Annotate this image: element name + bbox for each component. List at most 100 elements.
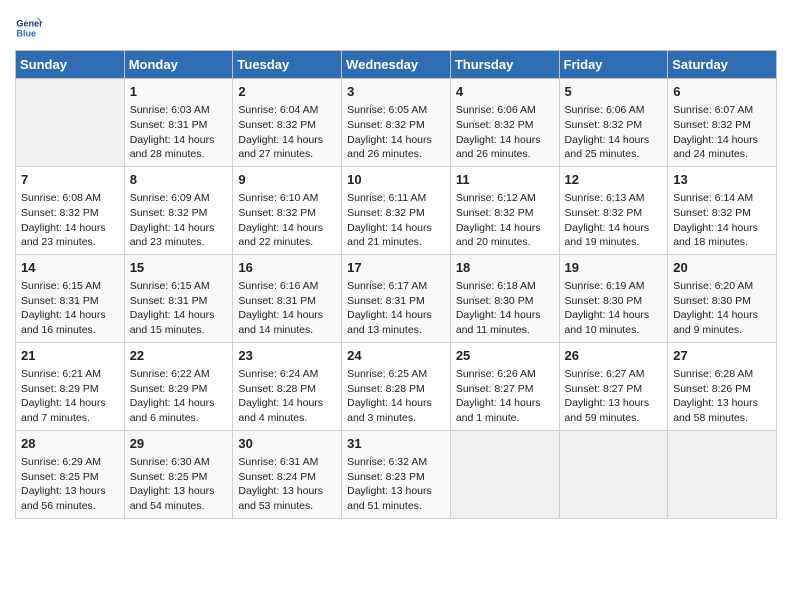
day-info: and 59 minutes. bbox=[565, 411, 663, 426]
calendar-cell bbox=[450, 430, 559, 518]
day-info: Daylight: 14 hours bbox=[347, 221, 445, 236]
day-info: Sunrise: 6:21 AM bbox=[21, 367, 119, 382]
day-info: Sunset: 8:30 PM bbox=[565, 294, 663, 309]
day-info: and 25 minutes. bbox=[565, 147, 663, 162]
day-info: Sunset: 8:32 PM bbox=[21, 206, 119, 221]
day-number: 15 bbox=[130, 259, 228, 277]
day-number: 24 bbox=[347, 347, 445, 365]
calendar-cell: 16Sunrise: 6:16 AMSunset: 8:31 PMDayligh… bbox=[233, 254, 342, 342]
day-info: Daylight: 14 hours bbox=[21, 396, 119, 411]
day-info: Sunset: 8:32 PM bbox=[456, 206, 554, 221]
day-info: and 28 minutes. bbox=[130, 147, 228, 162]
calendar-cell: 11Sunrise: 6:12 AMSunset: 8:32 PMDayligh… bbox=[450, 166, 559, 254]
day-info: Sunrise: 6:24 AM bbox=[238, 367, 336, 382]
day-number: 29 bbox=[130, 435, 228, 453]
day-info: and 16 minutes. bbox=[21, 323, 119, 338]
day-info: and 11 minutes. bbox=[456, 323, 554, 338]
day-info: Sunrise: 6:12 AM bbox=[456, 191, 554, 206]
calendar-cell: 15Sunrise: 6:15 AMSunset: 8:31 PMDayligh… bbox=[124, 254, 233, 342]
day-info: Sunrise: 6:04 AM bbox=[238, 103, 336, 118]
day-info: Sunset: 8:32 PM bbox=[238, 206, 336, 221]
day-number: 23 bbox=[238, 347, 336, 365]
day-info: Daylight: 13 hours bbox=[673, 396, 771, 411]
day-number: 22 bbox=[130, 347, 228, 365]
day-info: Sunset: 8:32 PM bbox=[456, 118, 554, 133]
day-number: 17 bbox=[347, 259, 445, 277]
day-number: 30 bbox=[238, 435, 336, 453]
day-info: Daylight: 13 hours bbox=[347, 484, 445, 499]
day-info: and 54 minutes. bbox=[130, 499, 228, 514]
day-info: Sunrise: 6:28 AM bbox=[673, 367, 771, 382]
day-number: 14 bbox=[21, 259, 119, 277]
day-number: 3 bbox=[347, 83, 445, 101]
day-info: Sunrise: 6:22 AM bbox=[130, 367, 228, 382]
day-number: 11 bbox=[456, 171, 554, 189]
day-info: Daylight: 14 hours bbox=[130, 396, 228, 411]
day-number: 8 bbox=[130, 171, 228, 189]
day-info: Sunset: 8:32 PM bbox=[130, 206, 228, 221]
weekday-header-sunday: Sunday bbox=[16, 51, 125, 79]
day-number: 9 bbox=[238, 171, 336, 189]
weekday-header-monday: Monday bbox=[124, 51, 233, 79]
weekday-header-friday: Friday bbox=[559, 51, 668, 79]
day-info: Daylight: 14 hours bbox=[238, 396, 336, 411]
day-number: 25 bbox=[456, 347, 554, 365]
day-info: Sunset: 8:31 PM bbox=[21, 294, 119, 309]
day-info: Sunrise: 6:10 AM bbox=[238, 191, 336, 206]
day-info: Daylight: 13 hours bbox=[565, 396, 663, 411]
day-info: Daylight: 14 hours bbox=[456, 396, 554, 411]
day-info: Daylight: 14 hours bbox=[130, 133, 228, 148]
calendar-cell: 29Sunrise: 6:30 AMSunset: 8:25 PMDayligh… bbox=[124, 430, 233, 518]
day-info: Daylight: 14 hours bbox=[238, 308, 336, 323]
logo-icon: General Blue bbox=[15, 14, 43, 42]
day-number: 4 bbox=[456, 83, 554, 101]
day-number: 1 bbox=[130, 83, 228, 101]
day-info: and 21 minutes. bbox=[347, 235, 445, 250]
day-info: Sunset: 8:29 PM bbox=[21, 382, 119, 397]
day-info: and 23 minutes. bbox=[130, 235, 228, 250]
day-info: Sunrise: 6:06 AM bbox=[456, 103, 554, 118]
day-info: Sunset: 8:27 PM bbox=[456, 382, 554, 397]
calendar-cell: 17Sunrise: 6:17 AMSunset: 8:31 PMDayligh… bbox=[342, 254, 451, 342]
day-info: Sunset: 8:32 PM bbox=[673, 118, 771, 133]
calendar-week-2: 7Sunrise: 6:08 AMSunset: 8:32 PMDaylight… bbox=[16, 166, 777, 254]
day-info: Sunset: 8:32 PM bbox=[565, 206, 663, 221]
day-info: Sunrise: 6:11 AM bbox=[347, 191, 445, 206]
calendar-cell: 7Sunrise: 6:08 AMSunset: 8:32 PMDaylight… bbox=[16, 166, 125, 254]
day-number: 2 bbox=[238, 83, 336, 101]
calendar-cell: 14Sunrise: 6:15 AMSunset: 8:31 PMDayligh… bbox=[16, 254, 125, 342]
day-info: Sunset: 8:25 PM bbox=[21, 470, 119, 485]
day-info: Sunrise: 6:17 AM bbox=[347, 279, 445, 294]
day-number: 26 bbox=[565, 347, 663, 365]
day-info: Sunrise: 6:05 AM bbox=[347, 103, 445, 118]
day-number: 20 bbox=[673, 259, 771, 277]
weekday-header-thursday: Thursday bbox=[450, 51, 559, 79]
day-info: Daylight: 14 hours bbox=[673, 308, 771, 323]
day-info: Sunrise: 6:07 AM bbox=[673, 103, 771, 118]
day-info: Sunset: 8:29 PM bbox=[130, 382, 228, 397]
calendar-cell: 27Sunrise: 6:28 AMSunset: 8:26 PMDayligh… bbox=[668, 342, 777, 430]
calendar-cell: 12Sunrise: 6:13 AMSunset: 8:32 PMDayligh… bbox=[559, 166, 668, 254]
day-info: and 26 minutes. bbox=[347, 147, 445, 162]
day-info: and 20 minutes. bbox=[456, 235, 554, 250]
calendar-cell: 8Sunrise: 6:09 AMSunset: 8:32 PMDaylight… bbox=[124, 166, 233, 254]
day-info: Sunset: 8:31 PM bbox=[130, 294, 228, 309]
calendar-cell: 24Sunrise: 6:25 AMSunset: 8:28 PMDayligh… bbox=[342, 342, 451, 430]
day-info: and 18 minutes. bbox=[673, 235, 771, 250]
logo: General Blue bbox=[15, 14, 47, 42]
day-number: 27 bbox=[673, 347, 771, 365]
day-info: and 7 minutes. bbox=[21, 411, 119, 426]
calendar-cell: 4Sunrise: 6:06 AMSunset: 8:32 PMDaylight… bbox=[450, 79, 559, 167]
calendar-cell bbox=[668, 430, 777, 518]
calendar-cell: 19Sunrise: 6:19 AMSunset: 8:30 PMDayligh… bbox=[559, 254, 668, 342]
weekday-header-row: SundayMondayTuesdayWednesdayThursdayFrid… bbox=[16, 51, 777, 79]
calendar-header: SundayMondayTuesdayWednesdayThursdayFrid… bbox=[16, 51, 777, 79]
day-info: Sunset: 8:31 PM bbox=[130, 118, 228, 133]
day-info: Daylight: 14 hours bbox=[130, 221, 228, 236]
day-info: Sunrise: 6:18 AM bbox=[456, 279, 554, 294]
day-number: 10 bbox=[347, 171, 445, 189]
day-info: and 51 minutes. bbox=[347, 499, 445, 514]
day-info: Daylight: 14 hours bbox=[673, 221, 771, 236]
calendar-cell: 3Sunrise: 6:05 AMSunset: 8:32 PMDaylight… bbox=[342, 79, 451, 167]
day-info: and 23 minutes. bbox=[21, 235, 119, 250]
